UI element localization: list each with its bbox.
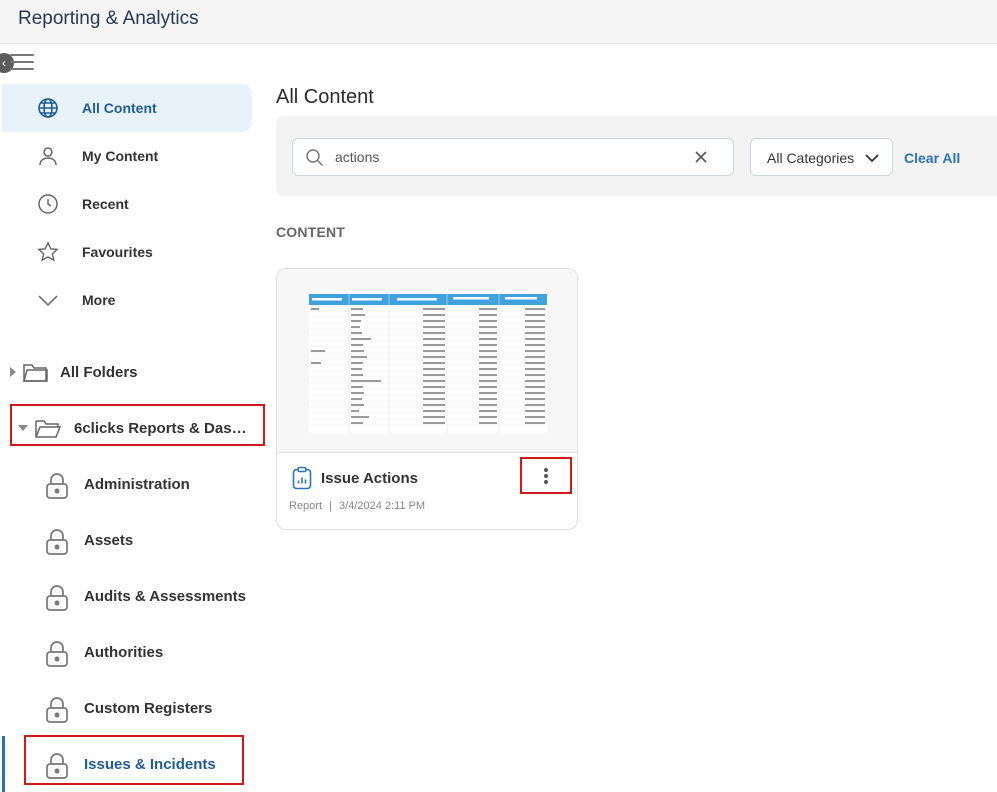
subfolder-authorities[interactable]: Authorities	[22, 628, 262, 678]
clear-all-link[interactable]: Clear All	[904, 150, 960, 166]
folder-icon	[23, 364, 48, 382]
card-type: Report	[289, 500, 323, 512]
nav-label: Recent	[82, 196, 129, 212]
search-icon	[306, 149, 324, 167]
card-date: 3/4/2024 2:11 PM	[339, 500, 426, 512]
highlight-box	[520, 457, 572, 494]
subfolder-label: Administration	[84, 476, 190, 493]
clock-icon	[38, 194, 58, 214]
lock-icon	[46, 585, 68, 611]
subfolder-assets[interactable]: Assets	[22, 516, 262, 566]
search-input[interactable]	[335, 147, 675, 167]
subfolder-custom-registers[interactable]: Custom Registers	[22, 684, 262, 734]
chevron-down-icon	[38, 295, 58, 307]
subfolder-label: Audits & Assessments	[84, 588, 246, 605]
chevron-down-icon	[865, 154, 879, 163]
subfolder-label: Authorities	[84, 644, 164, 661]
card-title[interactable]: Issue Actions	[321, 470, 418, 487]
menu-icon[interactable]	[10, 54, 34, 74]
caret-right-icon[interactable]	[8, 365, 18, 379]
subfolder-administration[interactable]: Administration	[22, 460, 262, 510]
category-select-value: All Categories	[767, 150, 855, 166]
nav-favourites[interactable]: Favourites	[2, 228, 252, 276]
section-heading: CONTENT	[276, 224, 346, 240]
nav-label: All Content	[82, 100, 157, 116]
filter-bar: All Categories Clear All	[276, 116, 997, 196]
report-thumbnail	[277, 269, 577, 453]
category-select[interactable]: All Categories	[750, 138, 893, 176]
star-icon	[37, 241, 59, 262]
lock-icon	[46, 529, 68, 555]
nav-all-content[interactable]: All Content	[2, 84, 252, 132]
nav-label: Favourites	[82, 244, 153, 260]
page-title: All Content	[276, 86, 374, 108]
active-indicator	[2, 736, 5, 792]
lock-icon	[46, 641, 68, 667]
nav-more[interactable]: More	[2, 276, 252, 324]
lock-icon	[46, 697, 68, 723]
folder-label: All Folders	[60, 363, 138, 381]
highlight-box	[24, 735, 244, 785]
highlight-box	[10, 404, 265, 446]
nav-my-content[interactable]: My Content	[2, 132, 252, 180]
search-field[interactable]	[292, 138, 734, 176]
app-header: Reporting & Analytics	[0, 0, 997, 44]
report-icon	[292, 466, 312, 490]
meta-separator: |	[329, 500, 332, 512]
nav-label: More	[82, 292, 116, 308]
nav-label: My Content	[82, 148, 159, 164]
card-meta: Report | 3/4/2024 2:11 PM	[289, 500, 425, 512]
lock-icon	[46, 473, 68, 499]
user-icon	[39, 147, 57, 166]
close-icon[interactable]	[693, 149, 709, 165]
nav-recent[interactable]: Recent	[2, 180, 252, 228]
app-title: Reporting & Analytics	[18, 8, 199, 29]
folder-all-folders[interactable]: All Folders	[8, 352, 138, 392]
subfolder-audits-assessments[interactable]: Audits & Assessments	[22, 572, 262, 622]
subfolder-label: Custom Registers	[84, 700, 213, 717]
subfolder-label: Assets	[84, 532, 134, 549]
globe-icon	[38, 98, 58, 118]
